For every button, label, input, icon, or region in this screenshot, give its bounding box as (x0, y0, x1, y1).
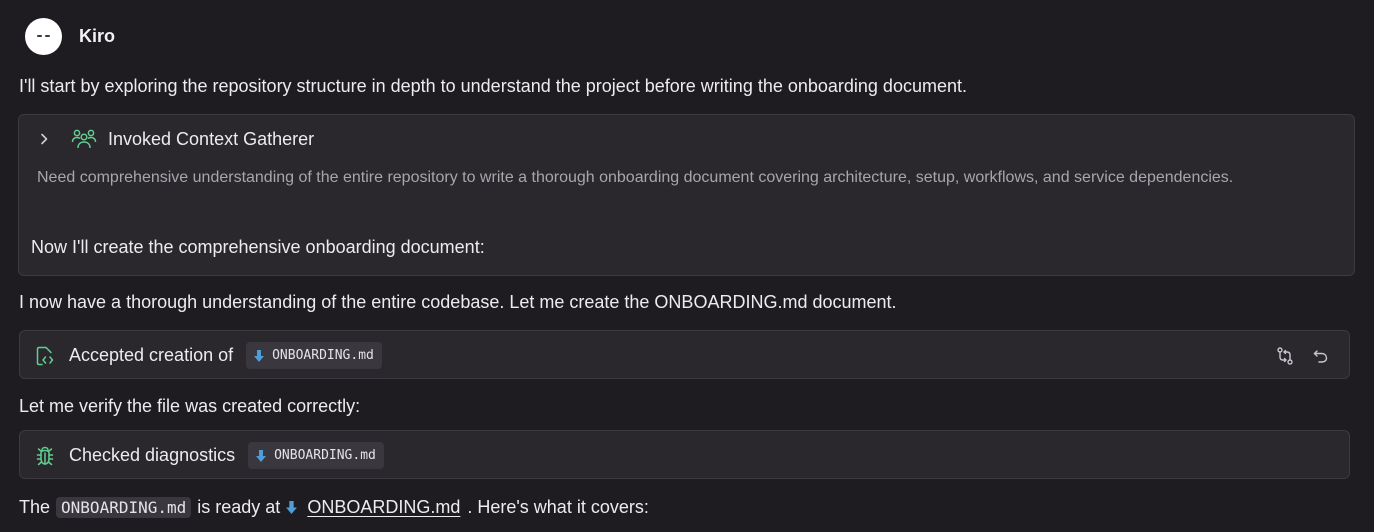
file-chip-name: ONBOARDING.md (272, 348, 374, 363)
file-link[interactable]: ONBOARDING.md (286, 497, 460, 518)
intro-message: I'll start by exploring the repository s… (19, 76, 967, 96)
file-code-icon (36, 346, 54, 365)
context-followup-message: Now I'll create the comprehensive onboar… (31, 237, 485, 257)
bug-icon (36, 446, 54, 465)
file-chip[interactable]: ONBOARDING.md (246, 342, 382, 369)
file-chip-name: ONBOARDING.md (274, 448, 376, 463)
markdown-file-icon (256, 449, 267, 462)
diagnostics-card: Checked diagnostics ONBOARDING.md (19, 430, 1350, 479)
markdown-file-icon (286, 500, 298, 514)
final-message: The ONBOARDING.md is ready at ONBOARDING… (19, 494, 649, 520)
final-middle: is ready at (197, 496, 281, 517)
final-suffix: . Here's what it covers: (467, 496, 649, 517)
markdown-file-icon (254, 349, 265, 362)
final-prefix: The (19, 496, 51, 517)
file-link-text[interactable]: ONBOARDING.md (307, 497, 460, 518)
context-gatherer-header[interactable]: Invoked Context Gatherer (37, 127, 314, 151)
agent-name: Kiro (79, 25, 115, 46)
context-gatherer-title: Invoked Context Gatherer (108, 128, 315, 149)
compare-icon[interactable] (1275, 346, 1295, 366)
chevron-right-icon[interactable] (37, 132, 51, 146)
agent-header: Kiro (25, 17, 115, 55)
people-group-icon (71, 129, 97, 149)
file-chip[interactable]: ONBOARDING.md (248, 442, 384, 469)
diagnostics-label: Checked diagnostics (69, 445, 236, 465)
kiro-ghost-icon (25, 17, 62, 55)
chat-panel: Kiro I'll start by exploring the reposit… (0, 0, 1377, 532)
creation-label: Accepted creation of (69, 345, 234, 365)
context-gatherer-description: Need comprehensive understanding of the … (37, 169, 1234, 186)
context-gatherer-card: Invoked Context Gatherer Need comprehens… (18, 114, 1355, 276)
verify-message: Let me verify the file was created corre… (19, 396, 361, 416)
undo-icon[interactable] (1311, 346, 1331, 366)
understanding-message: I now have a thorough understanding of t… (19, 292, 897, 312)
creation-card: Accepted creation of ONBOARDING.md (19, 330, 1350, 379)
inline-code-filename: ONBOARDING.md (56, 496, 192, 518)
